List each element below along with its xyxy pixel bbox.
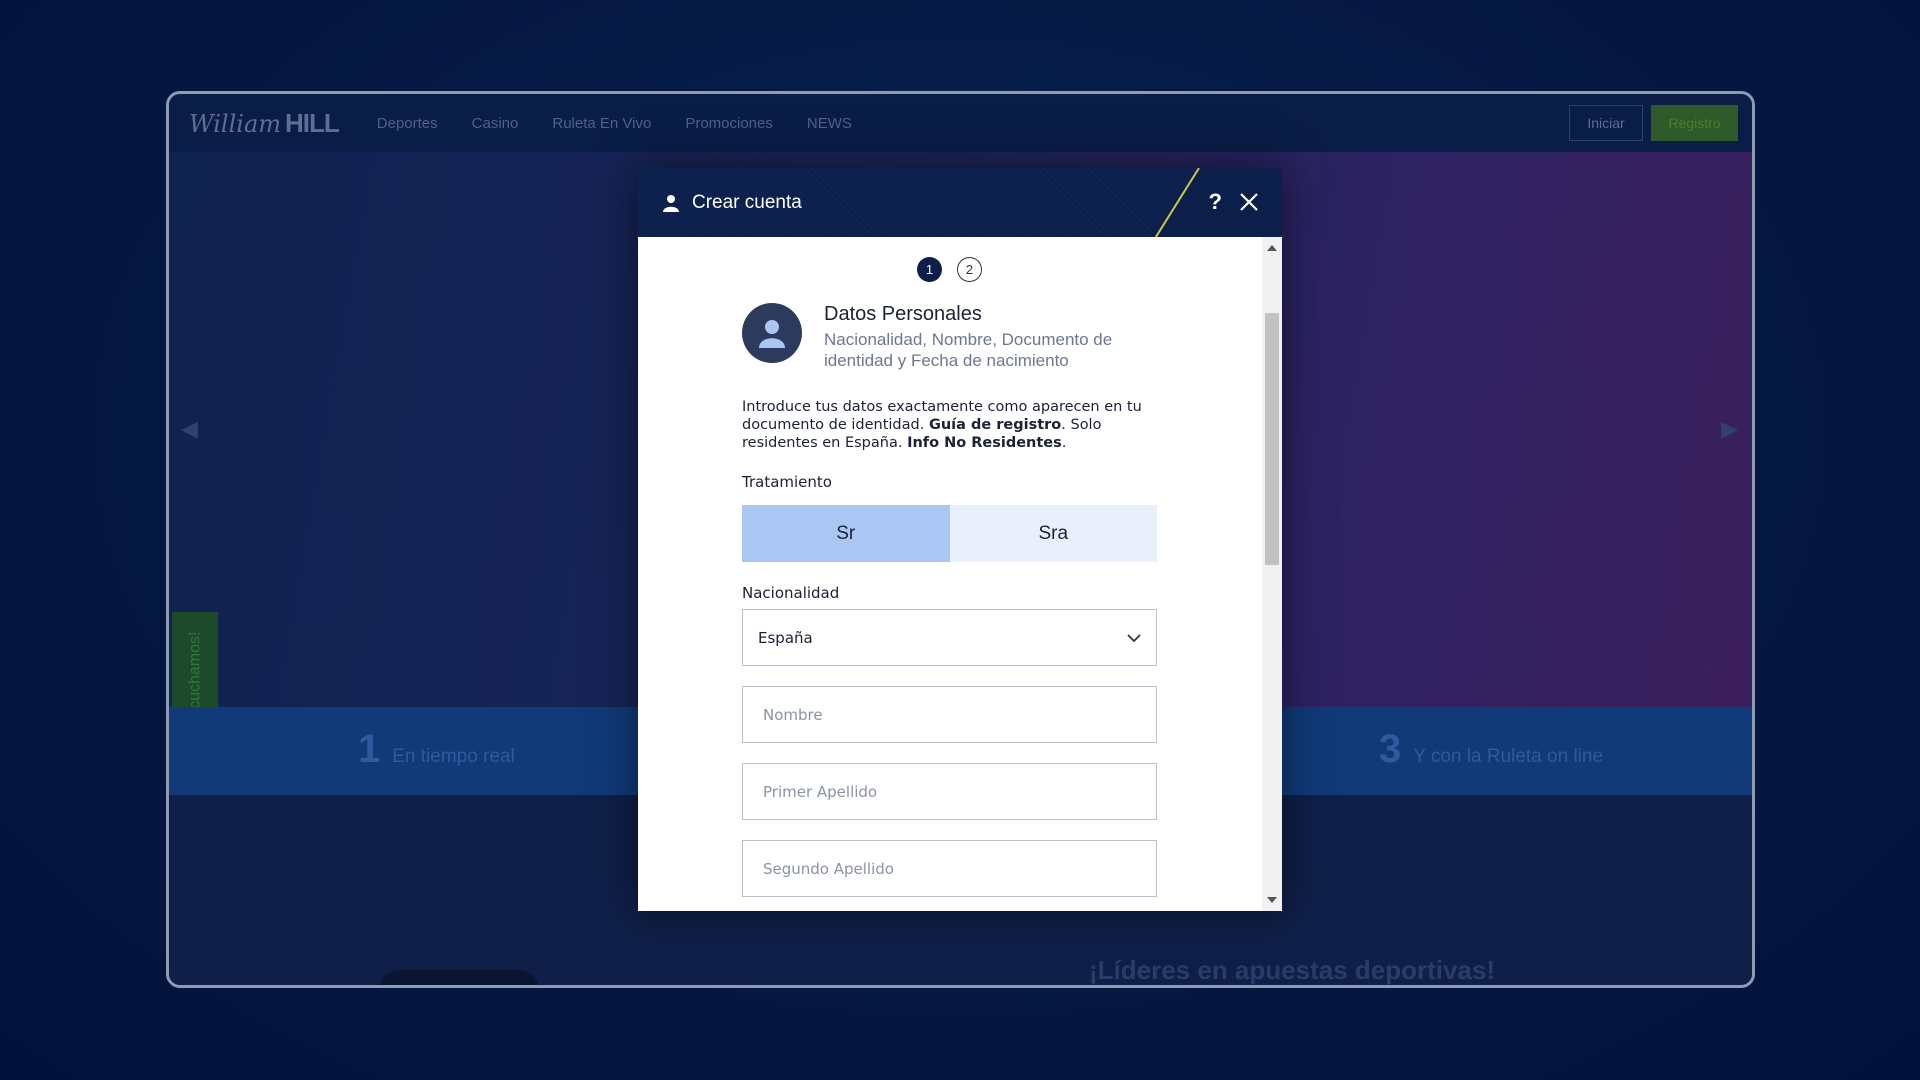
scroll-down-icon[interactable] xyxy=(1262,891,1282,909)
first-name-field xyxy=(742,686,1157,743)
scroll-up-icon[interactable] xyxy=(1262,239,1282,257)
promo-step-3: 3 Y con la Ruleta on line xyxy=(1379,727,1603,772)
intro-text: Introduce tus datos exactamente como apa… xyxy=(742,398,1152,452)
carousel-next-icon[interactable]: ▶ xyxy=(1721,417,1738,442)
last-name-2-input[interactable] xyxy=(758,859,1156,878)
treatment-label: Tratamiento xyxy=(742,473,832,491)
carousel-prev-icon[interactable]: ◀ xyxy=(181,417,198,442)
main-nav: Deportes Casino Ruleta En Vivo Promocion… xyxy=(377,115,852,132)
step-dot-1: 1 xyxy=(917,257,942,282)
promo-step-1: 1 En tiempo real xyxy=(358,727,515,772)
step-dot-2: 2 xyxy=(957,257,982,282)
section-subtitle: Nacionalidad, Nombre, Documento de ident… xyxy=(824,330,1113,370)
close-icon[interactable] xyxy=(1236,189,1262,215)
help-icon[interactable]: ? xyxy=(1209,188,1222,216)
promo-step-text: Y con la Ruleta on line xyxy=(1413,746,1604,767)
avatar xyxy=(742,303,802,363)
last-name-1-field xyxy=(742,763,1157,820)
modal-header: Crear cuenta ? xyxy=(638,168,1282,237)
site-header: William HILL Deportes Casino Ruleta En V… xyxy=(169,94,1752,152)
nav-item-promociones[interactable]: Promociones xyxy=(685,115,773,132)
intro-text-part: . xyxy=(1061,435,1067,451)
site-logo[interactable]: William HILL xyxy=(189,107,340,139)
header-actions: Iniciar Registro xyxy=(1569,105,1738,141)
logo-bold: HILL xyxy=(285,107,340,138)
non-residents-info-link[interactable]: Info No Residentes xyxy=(907,435,1062,451)
login-button[interactable]: Iniciar xyxy=(1569,105,1643,141)
modal-header-actions: ? xyxy=(1209,188,1262,216)
nav-item-casino[interactable]: Casino xyxy=(472,115,519,132)
register-button[interactable]: Registro xyxy=(1651,105,1738,141)
modal-scrollbar[interactable] xyxy=(1262,237,1282,911)
registration-guide-link[interactable]: Guía de registro xyxy=(929,417,1061,433)
nationality-value: España xyxy=(758,628,813,647)
first-name-input[interactable] xyxy=(758,705,1156,724)
scroll-thumb[interactable] xyxy=(1265,313,1279,565)
lower-title: ¡Líderes en apuestas deportivas! xyxy=(1089,955,1496,985)
step-indicator: 1 2 xyxy=(917,257,982,282)
nationality-label: Nacionalidad xyxy=(742,584,840,602)
create-account-modal: Crear cuenta ? 1 2 Datos Personales Naci… xyxy=(638,168,1282,911)
modal-title: Crear cuenta xyxy=(692,191,802,213)
nav-item-deportes[interactable]: Deportes xyxy=(377,115,438,132)
section-title: Datos Personales xyxy=(824,303,982,325)
promo-step-number: 3 xyxy=(1379,727,1402,771)
last-name-2-field xyxy=(742,840,1157,897)
logo-script: William xyxy=(189,109,282,138)
modal-body: 1 2 Datos Personales Nacionalidad, Nombr… xyxy=(638,237,1262,911)
nav-item-news[interactable]: NEWS xyxy=(807,115,852,132)
section-text: Datos Personales Nacionalidad, Nombre, D… xyxy=(824,303,1154,371)
treatment-option-sra[interactable]: Sra xyxy=(949,505,1157,562)
lower-decoration xyxy=(379,970,539,985)
promo-step-text: En tiempo real xyxy=(392,746,515,767)
chevron-down-icon xyxy=(1126,630,1142,646)
user-icon xyxy=(662,194,680,212)
promo-step-number: 1 xyxy=(358,727,381,771)
last-name-1-input[interactable] xyxy=(758,782,1156,801)
nationality-select[interactable]: España xyxy=(742,609,1157,666)
treatment-toggle: Sr Sra xyxy=(742,505,1157,562)
treatment-option-sr[interactable]: Sr xyxy=(742,505,950,562)
nav-item-ruleta[interactable]: Ruleta En Vivo xyxy=(552,115,651,132)
section-header: Datos Personales Nacionalidad, Nombre, D… xyxy=(742,303,1154,371)
